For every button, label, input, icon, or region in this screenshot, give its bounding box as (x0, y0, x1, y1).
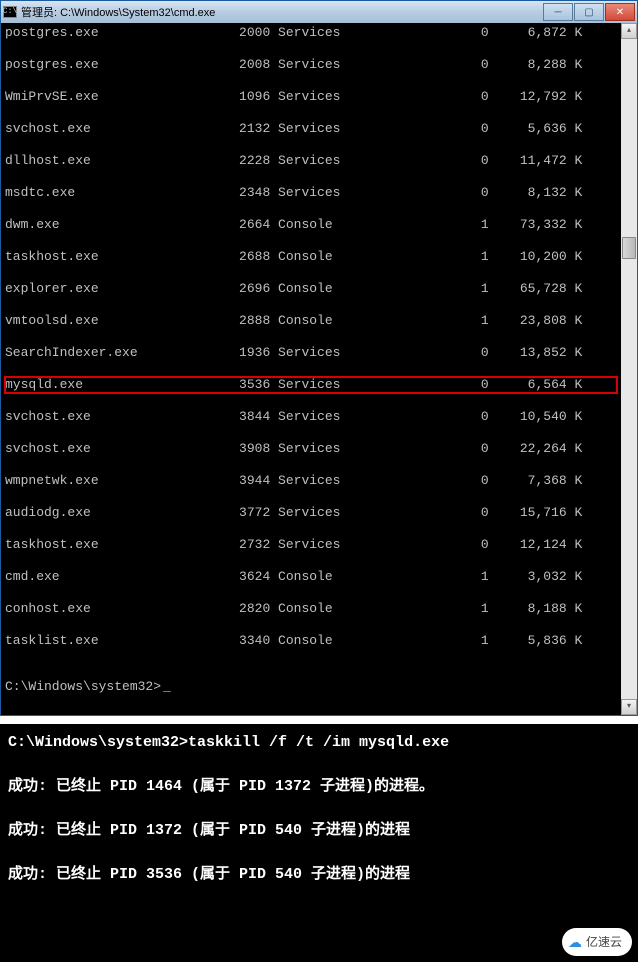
output-line: 成功: 已终止 PID 1464 (属于 PID 1372 子进程)的进程。 (8, 776, 632, 798)
scroll-up-button[interactable]: ▴ (621, 23, 637, 39)
close-button[interactable]: ✕ (605, 3, 635, 21)
table-row: SearchIndexer.exe 1936 Services 0 13,852… (5, 345, 617, 361)
table-row: postgres.exe 2000 Services 0 6,872 K (5, 25, 617, 41)
table-row: explorer.exe 2696 Console 1 65,728 K (5, 281, 617, 297)
cloud-icon: ☁ (568, 931, 582, 953)
cursor: _ (163, 679, 171, 695)
command-line: C:\Windows\system32>taskkill /f /t /im m… (8, 732, 632, 754)
table-row: wmpnetwk.exe 3944 Services 0 7,368 K (5, 473, 617, 489)
table-row: tasklist.exe 3340 Console 1 5,836 K (5, 633, 617, 649)
watermark-text: 亿速云 (586, 931, 622, 953)
table-row: cmd.exe 3624 Console 1 3,032 K (5, 569, 617, 585)
output-line: 成功: 已终止 PID 3536 (属于 PID 540 子进程)的进程 (8, 864, 632, 886)
table-row: svchost.exe 3908 Services 0 22,264 K (5, 441, 617, 457)
cmd-window: C:\ 管理员: C:\Windows\System32\cmd.exe ─ ▢… (0, 0, 638, 716)
table-row: svchost.exe 2132 Services 0 5,636 K (5, 121, 617, 137)
table-row: taskhost.exe 2688 Console 1 10,200 K (5, 249, 617, 265)
window-buttons: ─ ▢ ✕ (543, 3, 635, 21)
scroll-thumb[interactable] (622, 237, 636, 259)
second-console-panel: C:\Windows\system32>taskkill /f /t /im m… (0, 724, 638, 962)
table-row: vmtoolsd.exe 2888 Console 1 23,808 K (5, 313, 617, 329)
titlebar[interactable]: C:\ 管理员: C:\Windows\System32\cmd.exe ─ ▢… (1, 1, 637, 23)
table-row: svchost.exe 3844 Services 0 10,540 K (5, 409, 617, 425)
scroll-down-button[interactable]: ▾ (621, 699, 637, 715)
vertical-scrollbar[interactable]: ▴ ▾ (621, 23, 637, 715)
table-row: conhost.exe 2820 Console 1 8,188 K (5, 601, 617, 617)
table-row: WmiPrvSE.exe 1096 Services 0 12,792 K (5, 89, 617, 105)
table-row: msdtc.exe 2348 Services 0 8,132 K (5, 185, 617, 201)
watermark-badge: ☁ 亿速云 (562, 928, 632, 956)
scroll-track[interactable] (621, 39, 637, 699)
table-row: taskhost.exe 2732 Services 0 12,124 K (5, 537, 617, 553)
prompt-line: C:\Windows\system32>_ (5, 679, 617, 695)
window-title: 管理员: C:\Windows\System32\cmd.exe (21, 4, 215, 20)
table-row: dllhost.exe 2228 Services 0 11,472 K (5, 153, 617, 169)
console-body: postgres.exe 2000 Services 0 6,872 K pos… (1, 23, 637, 715)
console-content[interactable]: postgres.exe 2000 Services 0 6,872 K pos… (1, 23, 621, 715)
table-row: mysqld.exe 3536 Services 0 6,564 K (5, 377, 617, 393)
maximize-button[interactable]: ▢ (574, 3, 604, 21)
table-row: audiodg.exe 3772 Services 0 15,716 K (5, 505, 617, 521)
cmd-icon: C:\ (3, 6, 17, 18)
table-row: dwm.exe 2664 Console 1 73,332 K (5, 217, 617, 233)
table-row: postgres.exe 2008 Services 0 8,288 K (5, 57, 617, 73)
output-line: 成功: 已终止 PID 1372 (属于 PID 540 子进程)的进程 (8, 820, 632, 842)
minimize-button[interactable]: ─ (543, 3, 573, 21)
